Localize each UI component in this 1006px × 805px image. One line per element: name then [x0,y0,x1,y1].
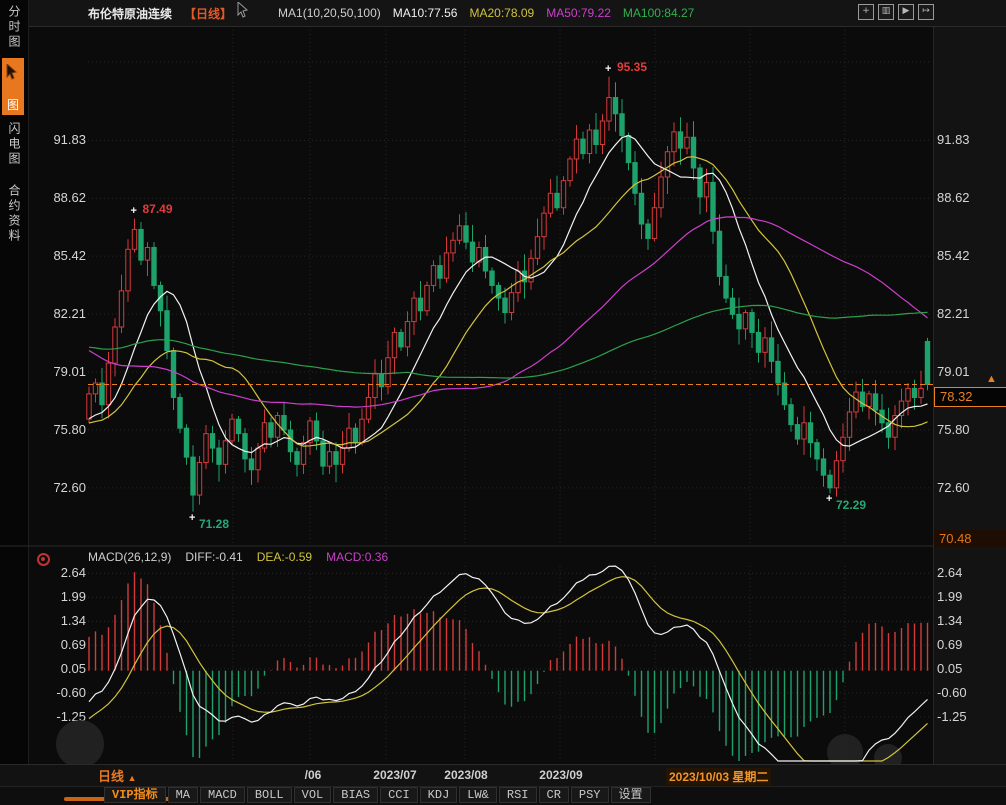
sidebar-item-contract-info[interactable]: 合约资料 [3,184,23,244]
extreme-cross-marker: + [131,207,137,215]
sidebar-item-kline-label[interactable]: 图 [2,96,24,115]
indicator-tab-BOLL[interactable]: BOLL [247,787,292,803]
extreme-cross-marker: + [826,495,832,503]
ma100-value: MA100:84.27 [623,6,694,20]
macd-header: MACD(26,12,9) DIFF:-0.41 DEA:-0.59 MACD:… [88,550,388,564]
indicator-tab-RSI[interactable]: RSI [499,787,537,803]
period-selector-label: 日线 [98,769,124,784]
sidebar-item-lightning[interactable]: 闪电图 [3,122,23,167]
indicator-tab-CR[interactable]: CR [539,787,569,803]
macd-diff-value: DIFF:-0.41 [185,550,242,564]
sidebar-item-kline-selected[interactable] [2,58,24,96]
extreme-cross-marker: + [189,514,195,522]
chart-header: 布伦特原油连续 【日线】 MA1(10,20,50,100) MA10:77.5… [88,0,694,26]
period-tag[interactable]: 【日线】 [184,5,232,22]
low-price-annotation: 71.28 [199,517,229,531]
macd-dea-value: DEA:-0.59 [257,550,312,564]
last-price-badge: 78.32 [934,387,1006,407]
indicator-tab-CCI[interactable]: CCI [380,787,418,803]
date-axis-label: 2023/07 [373,768,416,782]
high-price-annotation: 95.35 [617,60,647,74]
visible-range-low-label: 70.48 [934,530,1006,547]
mouse-cursor [237,2,249,18]
extreme-cross-marker: + [605,65,611,73]
ma-params-label: MA1(10,20,50,100) [278,6,381,20]
sidebar-item-timeshare[interactable]: 分时图 [3,5,23,50]
indicator-window-icon[interactable]: ▥ [878,4,894,20]
indicator-tab-BIAS[interactable]: BIAS [333,787,378,803]
jump-latest-icon[interactable]: ↦ [918,4,934,20]
mouse-cursor-2 [6,64,18,80]
price-up-arrow-icon: ▲ [986,373,997,385]
indicator-tab-VOL[interactable]: VOL [294,787,332,803]
period-selector[interactable]: 日线 ▲ [98,766,137,785]
indicator-tab-VIP指标[interactable]: VIP指标 [104,787,166,803]
low-price-annotation: 72.29 [836,498,866,512]
indicator-tab-MACD[interactable]: MACD [200,787,245,803]
indicator-tab-PSY[interactable]: PSY [571,787,609,803]
ma50-value: MA50:79.22 [546,6,611,20]
macd-params-label: MACD(26,12,9) [88,550,171,564]
date-axis-label: 2023/08 [444,768,487,782]
ma20-value: MA20:78.09 [469,6,534,20]
selected-date-label: 2023/10/03 星期二 [666,768,771,785]
triangle-up-icon: ▲ [128,773,137,783]
indicator-tab-bar: VIP指标MAMACDBOLLVOLBIASCCIKDJLW&RSICRPSY设… [104,787,651,803]
indicator-tab-LW&[interactable]: LW& [459,787,497,803]
indicator-tab-设置[interactable]: 设置 [611,787,651,803]
ma10-value: MA10:77.56 [393,6,458,20]
chart-area[interactable] [0,0,1006,804]
chart-toolbar: +▥▶↦ [858,4,934,20]
date-axis-row [0,764,1006,787]
date-axis-label: /06 [305,768,322,782]
macd-hist-value: MACD:0.36 [326,550,388,564]
instrument-title: 布伦特原油连续 [88,5,172,22]
play-forward-icon[interactable]: ▶ [898,4,914,20]
date-axis-label: 2023/09 [539,768,582,782]
high-price-annotation: 87.49 [143,202,173,216]
indicator-tab-KDJ[interactable]: KDJ [420,787,458,803]
indicator-settings-icon[interactable] [37,553,50,566]
pan-tool-icon[interactable]: + [858,4,874,20]
indicator-tab-MA[interactable]: MA [168,787,198,803]
